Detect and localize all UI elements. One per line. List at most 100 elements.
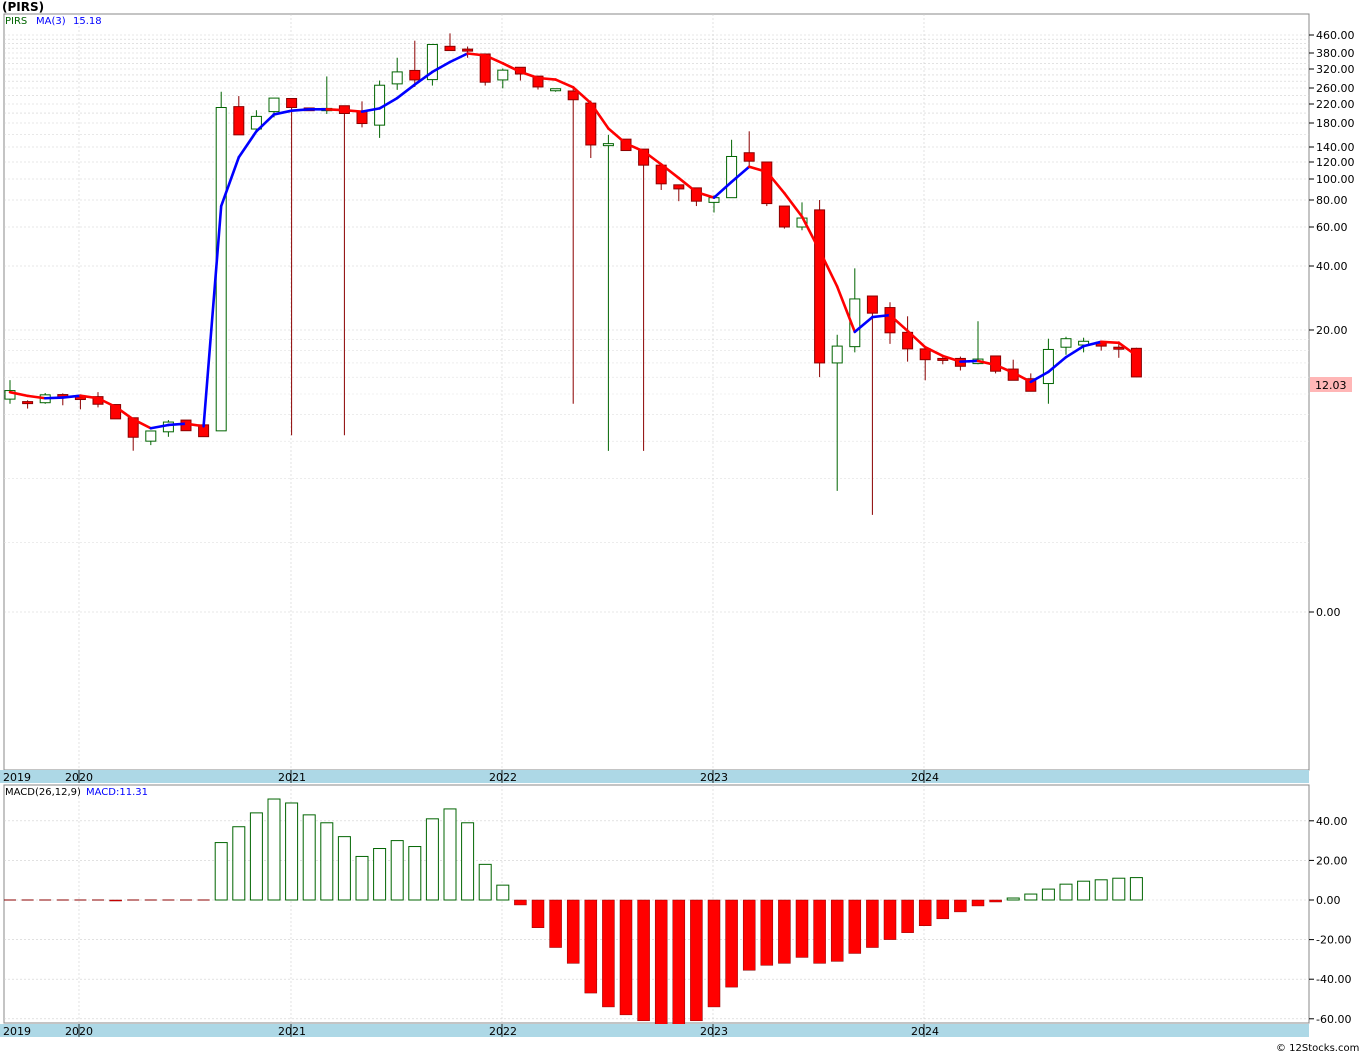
macd-bar [742,899,756,971]
price-panel-frame [3,13,1310,771]
macd-bar [830,899,844,962]
date-label-top: 2021 [278,771,306,784]
macd-bar [373,848,387,901]
macd-bar [425,818,439,901]
macd-bar [232,826,246,901]
macd-y-tick-label: -40.00 [1316,973,1351,986]
macd-y-tick-label: 40.00 [1316,815,1348,828]
candle-body [462,48,474,52]
price-y-tick-label: 140.00 [1316,141,1355,154]
macd-bar [337,836,351,901]
macd-bar [443,808,457,901]
ma-segment [290,108,311,112]
last-price-label: 12.03 [1315,379,1347,392]
macd-bar [725,899,738,988]
price-y-tick-label: 0.00 [1316,606,1341,619]
macd-bar [267,798,281,901]
macd-bar [690,899,703,1022]
legend-symbol: PIRS [5,16,27,27]
date-axis-bottom [0,1024,1309,1037]
macd-bar [390,840,404,901]
macd-bar [866,899,879,948]
macd-bar [602,899,615,1008]
macd-bar [760,899,774,966]
macd-bar [285,802,299,901]
macd-bar [355,855,369,901]
macd-bar [795,899,809,958]
candle-body [814,209,826,364]
macd-bar [461,822,475,901]
ma-segment [325,108,346,112]
candle-body [602,143,614,147]
macd-bar [989,899,1002,903]
macd-bar [320,822,334,901]
price-y-tick-label: 80.00 [1316,194,1348,207]
date-label-bottom: 2024 [911,1025,939,1038]
legend-macd-value: MACD:11.31 [86,787,148,798]
macd-bar [778,899,791,964]
ma-segment [343,108,364,113]
macd-bar [109,899,122,902]
candle-body [286,98,298,109]
macd-bar [883,899,897,940]
candle-body [1060,338,1072,348]
macd-bar [1129,877,1143,901]
macd-bar [707,899,721,1008]
price-y-tick-label: 260.00 [1316,82,1355,95]
candle-body [356,110,368,125]
candle-body [409,69,421,81]
stock-chart: (PIRS) 0.00 20.00 40.00 60.00 80.00 100.00 120… [0,0,1360,1056]
macd-bar [637,899,650,1022]
macd-bar [478,863,492,901]
date-axis-top [0,770,1309,783]
price-y-tick-label: 320.00 [1316,63,1355,76]
candle-body [1113,346,1125,350]
macd-bar [971,899,985,907]
candle-body [268,97,280,113]
legend-ma-value: 15.18 [73,16,102,27]
date-label-top: 2019 [3,771,31,784]
candle-body [761,161,773,205]
date-label-bottom: 2022 [489,1025,517,1038]
candle-body [1042,348,1054,385]
date-label-top: 2023 [700,771,728,784]
candle-body [567,90,579,101]
candle-body [919,348,931,361]
candle-body [215,107,227,432]
date-label-bottom: 2021 [278,1025,306,1038]
price-y-tick-label: 60.00 [1316,221,1348,234]
date-label-bottom: 2023 [700,1025,728,1038]
candle-body [743,152,755,162]
ma-segment [536,76,557,81]
ma-segment [167,422,188,427]
candle-body [866,295,878,314]
macd-bar [936,899,950,920]
candle-body [831,345,843,364]
macd-bar [531,899,545,928]
macd-bar [214,842,228,901]
chart-title: (PIRS) [2,0,44,14]
price-y-tick-label: 120.00 [1316,156,1355,169]
candle-body [145,430,157,442]
candle-body [233,106,245,136]
candle-body [391,71,403,85]
price-panel: 0.00 20.00 40.00 60.00 80.00 100.00 120.00 140.… [3,13,1355,771]
price-y-tick-label: 20.00 [1316,324,1348,337]
date-label-top: 2024 [911,771,939,784]
macd-bar [954,899,967,913]
macd-bar [848,899,862,954]
macd-bar [1077,880,1091,901]
macd-bar [901,899,914,933]
macd-bar [514,899,527,906]
macd-bar [584,899,598,994]
copyright-text: © 12Stocks.com [1276,1043,1359,1054]
price-y-tick-label: 220.00 [1316,98,1355,111]
candle-body [444,45,456,52]
candle-body [937,357,949,361]
macd-bar [813,899,826,964]
price-y-tick-label: 180.00 [1316,117,1355,130]
macd-bar [654,899,668,1025]
candle-body [673,184,685,190]
macd-y-tick-label: -60.00 [1316,1013,1351,1026]
price-y-tick-label: 100.00 [1316,173,1355,186]
